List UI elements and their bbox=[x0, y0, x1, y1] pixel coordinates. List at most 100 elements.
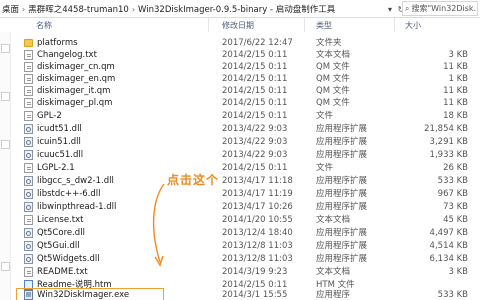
breadcrumb: 桌面 › 黑群晖之4458-truman10 › Win32DiskImager… bbox=[2, 2, 394, 16]
file-date: 2013/12/4 18:40 bbox=[222, 228, 293, 238]
file-row-gpl-2[interactable]: GPL-2 2014/2/15 0:11 文件 18 KB bbox=[10, 109, 480, 123]
chevron-down-icon[interactable]: ▾ bbox=[385, 2, 395, 16]
file-size: 6,134 KB bbox=[429, 254, 468, 264]
address-bar[interactable]: 桌面 › 黑群晖之4458-truman10 › Win32DiskImager… bbox=[0, 0, 480, 18]
file-row-libstdc[interactable]: libstdc++-6.dll 2013/4/17 11:19 应用程序扩展 9… bbox=[10, 187, 480, 201]
file-date: 2014/2/15 0:11 bbox=[222, 98, 288, 108]
file-size: 1,933 KB bbox=[429, 150, 468, 160]
search-input[interactable]: ⌕ 搜索"Win32Disk... bbox=[402, 1, 478, 16]
file-type: 应用程序扩展 bbox=[316, 241, 368, 251]
column-header-size[interactable]: 大小 bbox=[405, 20, 421, 31]
column-divider[interactable] bbox=[394, 18, 395, 32]
dll-icon bbox=[24, 137, 33, 147]
dll-icon bbox=[24, 228, 33, 238]
file-type: 应用程序扩展 bbox=[316, 228, 368, 238]
file-name: Qt5Widgets.dll bbox=[37, 254, 100, 264]
file-type: 应用程序扩展 bbox=[316, 137, 368, 147]
file-type: 文本文档 bbox=[316, 267, 351, 277]
file-list: platforms 2017/6/22 12:47 文件夹 Changelog.… bbox=[10, 32, 480, 300]
file-name: icudt51.dll bbox=[37, 124, 82, 134]
dll-icon bbox=[24, 150, 33, 160]
file-date: 2013/4/22 9:03 bbox=[222, 124, 288, 134]
file-row-diskimager-pl[interactable]: diskimager_pl.qm 2014/2/15 0:11 QM 文件 11… bbox=[10, 96, 480, 110]
file-name: diskimager_pl.qm bbox=[37, 98, 113, 108]
file-row-icuuc51[interactable]: icuuc51.dll 2013/4/22 9:03 应用程序扩展 1,933 … bbox=[10, 148, 480, 162]
breadcrumb-segment-user-folder[interactable]: 黑群晖之4458-truman10 bbox=[28, 3, 129, 15]
file-name: libstdc++-6.dll bbox=[37, 189, 101, 199]
file-row-license[interactable]: License.txt 2014/1/20 10:55 文本文档 45 KB bbox=[10, 213, 480, 227]
file-row-libgcc[interactable]: libgcc_s_dw2-1.dll 2013/4/17 11:18 应用程序扩… bbox=[10, 174, 480, 188]
folder-icon bbox=[24, 39, 33, 47]
file-icon bbox=[24, 86, 33, 96]
file-type: 应用程序扩展 bbox=[316, 189, 368, 199]
file-name: LGPL-2.1 bbox=[37, 163, 75, 173]
file-icon bbox=[24, 163, 33, 173]
file-size: 3 KB bbox=[448, 267, 468, 277]
dll-icon bbox=[24, 124, 33, 134]
file-size: 4,514 KB bbox=[429, 241, 468, 251]
file-name: README.txt bbox=[37, 267, 88, 277]
breadcrumb-segment-current-folder[interactable]: Win32DiskImager-0.9.5-binary - 启动盘制作工具 bbox=[138, 3, 335, 15]
file-size: 26 KB bbox=[443, 163, 468, 173]
file-name: Qt5Core.dll bbox=[37, 228, 85, 238]
file-size: 45 KB bbox=[443, 215, 468, 225]
file-name: GPL-2 bbox=[37, 111, 62, 121]
file-row-qt5gui[interactable]: Qt5Gui.dll 2013/12/8 11:03 应用程序扩展 4,514 … bbox=[10, 239, 480, 253]
file-type: 文件 bbox=[316, 163, 334, 173]
breadcrumb-segment-desktop[interactable]: 桌面 bbox=[2, 3, 19, 15]
file-name: libwinpthread-1.dll bbox=[37, 202, 117, 212]
file-size: 21,854 KB bbox=[424, 124, 468, 134]
search-icon: ⌕ bbox=[405, 3, 410, 13]
file-size: 533 KB bbox=[437, 290, 468, 300]
chevron-right-icon: › bbox=[22, 4, 26, 14]
file-row-icudt51[interactable]: icudt51.dll 2013/4/22 9:03 应用程序扩展 21,854… bbox=[10, 122, 480, 136]
column-divider[interactable] bbox=[304, 18, 305, 32]
file-size: 533 KB bbox=[437, 176, 468, 186]
file-type: 应用程序 bbox=[316, 290, 351, 300]
file-type: QM 文件 bbox=[316, 98, 350, 108]
file-row-lgpl[interactable]: LGPL-2.1 2014/2/15 0:11 文件 26 KB bbox=[10, 161, 480, 175]
file-size: 967 KB bbox=[437, 189, 468, 199]
file-row-readme-txt[interactable]: README.txt 2014/3/19 9:23 文本文档 3 KB bbox=[10, 265, 480, 279]
file-type: 文本文档 bbox=[316, 215, 351, 225]
file-row-icuin51[interactable]: icuin51.dll 2013/4/22 9:03 应用程序扩展 3,291 … bbox=[10, 135, 480, 149]
file-icon bbox=[24, 98, 33, 108]
pin-icon bbox=[1, 44, 10, 53]
file-date: 2014/2/15 0:11 bbox=[222, 163, 288, 173]
file-date: 2014/3/19 9:23 bbox=[222, 267, 288, 277]
file-name: Qt5Gui.dll bbox=[37, 241, 80, 251]
file-type: 应用程序扩展 bbox=[316, 202, 368, 212]
text-file-icon bbox=[24, 215, 33, 225]
chevron-right-icon: › bbox=[131, 4, 136, 14]
file-type: 文件 bbox=[316, 111, 334, 121]
text-file-icon bbox=[24, 50, 33, 60]
file-explorer-window: 桌面 › 黑群晖之4458-truman10 › Win32DiskImager… bbox=[0, 0, 480, 300]
file-date: 2013/12/8 11:03 bbox=[222, 241, 293, 251]
column-header-type[interactable]: 类型 bbox=[316, 20, 332, 31]
column-header-date[interactable]: 修改日期 bbox=[222, 20, 254, 31]
file-type: 应用程序扩展 bbox=[316, 124, 368, 134]
file-date: 2013/4/17 10:26 bbox=[222, 202, 293, 212]
file-date: 2013/4/17 11:19 bbox=[222, 189, 293, 199]
search-placeholder: 搜索"Win32Disk... bbox=[411, 4, 477, 13]
file-name: icuuc51.dll bbox=[37, 150, 84, 160]
file-row-libwinpthread[interactable]: libwinpthread-1.dll 2013/4/17 10:26 应用程序… bbox=[10, 200, 480, 214]
column-divider[interactable] bbox=[208, 18, 209, 32]
file-row-qt5widgets[interactable]: Qt5Widgets.dll 2013/12/8 11:03 应用程序扩展 6,… bbox=[10, 252, 480, 266]
dll-icon bbox=[24, 176, 33, 186]
file-name: libgcc_s_dw2-1.dll bbox=[37, 176, 114, 186]
pin-icon bbox=[1, 262, 10, 271]
annotation-label: 点击这个 bbox=[167, 173, 220, 187]
file-size: 3,291 KB bbox=[429, 137, 468, 147]
file-type: 应用程序扩展 bbox=[316, 150, 368, 160]
column-headers: 名称 修改日期 类型 大小 bbox=[0, 18, 480, 32]
column-header-name[interactable]: 名称 bbox=[36, 20, 52, 31]
file-type: 应用程序扩展 bbox=[316, 254, 368, 264]
file-row-qt5core[interactable]: Qt5Core.dll 2013/12/4 18:40 应用程序扩展 4,497… bbox=[10, 226, 480, 240]
file-date: 2013/4/17 11:18 bbox=[222, 176, 293, 186]
dll-icon bbox=[24, 189, 33, 199]
pin-icon bbox=[1, 92, 10, 101]
file-date: 2013/4/22 9:03 bbox=[222, 137, 288, 147]
selection-highlight bbox=[16, 288, 164, 300]
dll-icon bbox=[24, 241, 33, 251]
